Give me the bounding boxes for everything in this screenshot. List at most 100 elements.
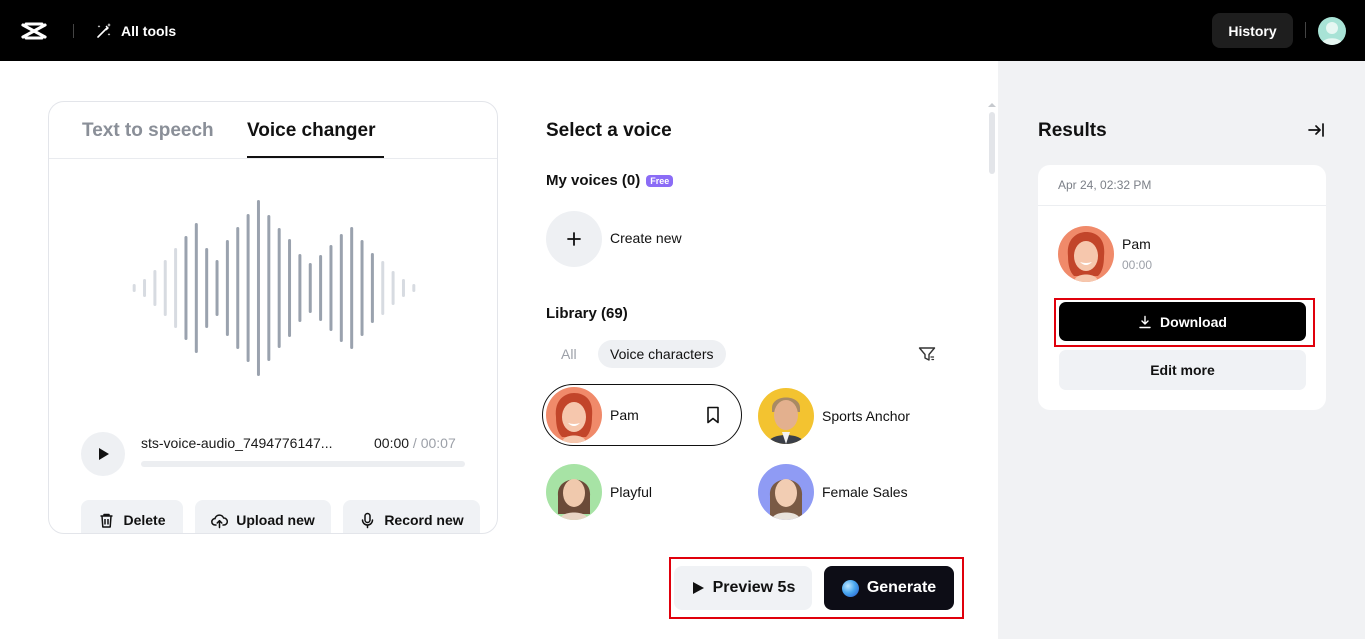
voice-card-sports-anchor[interactable]: Sports Anchor	[758, 385, 910, 447]
record-new-button[interactable]: Record new	[343, 500, 480, 534]
waveform-bar	[319, 255, 322, 321]
waveform-bar	[402, 279, 405, 297]
waveform-bar	[143, 279, 146, 297]
voice-name-pam: Pam	[610, 407, 639, 423]
waveform-bar	[247, 214, 250, 362]
record-label: Record new	[384, 512, 463, 528]
waveform-bar	[412, 284, 415, 292]
voice-avatar-sports-anchor	[758, 388, 814, 444]
waveform-bar	[288, 239, 291, 337]
tab-voice-changer[interactable]: Voice changer	[247, 120, 375, 142]
waveform-bar	[381, 261, 384, 315]
waveform-graphic	[129, 198, 419, 378]
generate-label: Generate	[867, 579, 936, 597]
voice-name-sports-anchor: Sports Anchor	[822, 408, 910, 424]
select-voice-title: Select a voice	[546, 120, 672, 142]
library-heading: Library (69)	[546, 305, 628, 322]
waveform-bar	[195, 223, 198, 353]
voice-changer-card: Text to speech Voice changer sts-voice-a…	[48, 101, 498, 534]
user-avatar-icon	[1318, 17, 1346, 45]
delete-button[interactable]: Delete	[81, 500, 183, 534]
active-tab-indicator	[247, 156, 384, 158]
filter-all-chip[interactable]: All	[552, 340, 586, 368]
microphone-icon	[359, 512, 376, 529]
capcut-logo-icon[interactable]	[20, 17, 48, 45]
my-voices-label: My voices (0)	[546, 172, 640, 189]
all-tools-label: All tools	[121, 23, 176, 39]
topbar-divider	[73, 24, 74, 38]
voice-card-female-sales[interactable]: Female Sales	[758, 461, 908, 523]
waveform-bar	[257, 200, 260, 376]
magic-wand-icon	[95, 22, 113, 40]
bookmark-icon[interactable]	[703, 405, 723, 425]
waveform-bar	[216, 260, 219, 316]
tab-text-to-speech[interactable]: Text to speech	[82, 120, 214, 142]
cloud-upload-icon	[211, 512, 228, 529]
voice-list-scrollbar[interactable]	[989, 112, 995, 174]
download-label: Download	[1160, 314, 1227, 330]
current-time: 00:00	[374, 435, 409, 451]
play-icon	[691, 581, 705, 595]
download-button[interactable]: Download	[1059, 302, 1306, 341]
result-date: Apr 24, 02:32 PM	[1058, 178, 1151, 192]
preview-label: Preview 5s	[713, 579, 796, 597]
filter-icon[interactable]	[917, 344, 937, 364]
result-voice-avatar	[1058, 226, 1114, 282]
total-time: 00:07	[421, 435, 456, 451]
result-duration: 00:00	[1122, 258, 1152, 272]
waveform-bar	[164, 260, 167, 316]
create-new-label[interactable]: Create new	[610, 230, 682, 246]
voice-avatar-pam	[546, 387, 602, 443]
waveform-bar	[184, 236, 187, 340]
waveform-bar	[329, 245, 332, 331]
audio-time: 00:00 / 00:07	[374, 435, 456, 451]
upload-new-button[interactable]: Upload new	[195, 500, 331, 534]
preview-button[interactable]: Preview 5s	[674, 566, 812, 610]
user-avatar[interactable]	[1318, 17, 1346, 45]
waveform-bar	[174, 248, 177, 328]
waveform-bar	[205, 248, 208, 328]
result-voice-name: Pam	[1122, 236, 1151, 252]
result-divider	[1038, 205, 1326, 206]
waveform-bar	[226, 240, 229, 336]
all-tools-button[interactable]: All tools	[95, 19, 176, 43]
upload-label: Upload new	[236, 512, 315, 528]
audio-progress-bar[interactable]	[141, 461, 465, 467]
waveform-bar	[392, 271, 395, 305]
top-bar: All tools History	[0, 0, 1365, 61]
waveform-bar	[298, 254, 301, 322]
collapse-panel-icon[interactable]	[1306, 120, 1326, 140]
voice-name-playful: Playful	[610, 484, 652, 500]
waveform-bar	[278, 228, 281, 348]
waveform-bar	[350, 227, 353, 349]
history-button[interactable]: History	[1212, 13, 1293, 48]
my-voices-heading: My voices (0) Free	[546, 172, 673, 189]
voice-card-pam[interactable]: Pam	[542, 384, 742, 446]
topbar-divider-right	[1305, 22, 1306, 38]
scroll-up-arrow-icon[interactable]	[988, 103, 996, 107]
waveform-bar	[236, 227, 239, 349]
filter-voice-characters-chip[interactable]: Voice characters	[598, 340, 726, 368]
play-icon	[95, 446, 111, 462]
free-badge: Free	[646, 175, 673, 187]
create-new-voice-button[interactable]	[546, 211, 602, 267]
generate-orb-icon	[842, 580, 859, 597]
voice-avatar-female-sales	[758, 464, 814, 520]
waveform-bar	[361, 240, 364, 336]
waveform-bar	[267, 215, 270, 361]
play-button[interactable]	[81, 432, 125, 476]
generate-button[interactable]: Generate	[824, 566, 954, 610]
waveform-bar	[309, 263, 312, 313]
edit-more-button[interactable]: Edit more	[1059, 350, 1306, 390]
trash-icon	[98, 512, 115, 529]
delete-label: Delete	[123, 512, 165, 528]
results-title: Results	[1038, 120, 1107, 142]
mode-tabs: Text to speech Voice changer	[49, 102, 498, 159]
waveform-bar	[153, 270, 156, 306]
audio-file-name: sts-voice-audio_7494776147...	[141, 435, 356, 451]
download-icon	[1138, 315, 1152, 329]
plus-icon	[566, 231, 582, 247]
waveform-bar	[371, 253, 374, 323]
time-separator: /	[409, 435, 421, 451]
voice-card-playful[interactable]: Playful	[546, 461, 652, 523]
